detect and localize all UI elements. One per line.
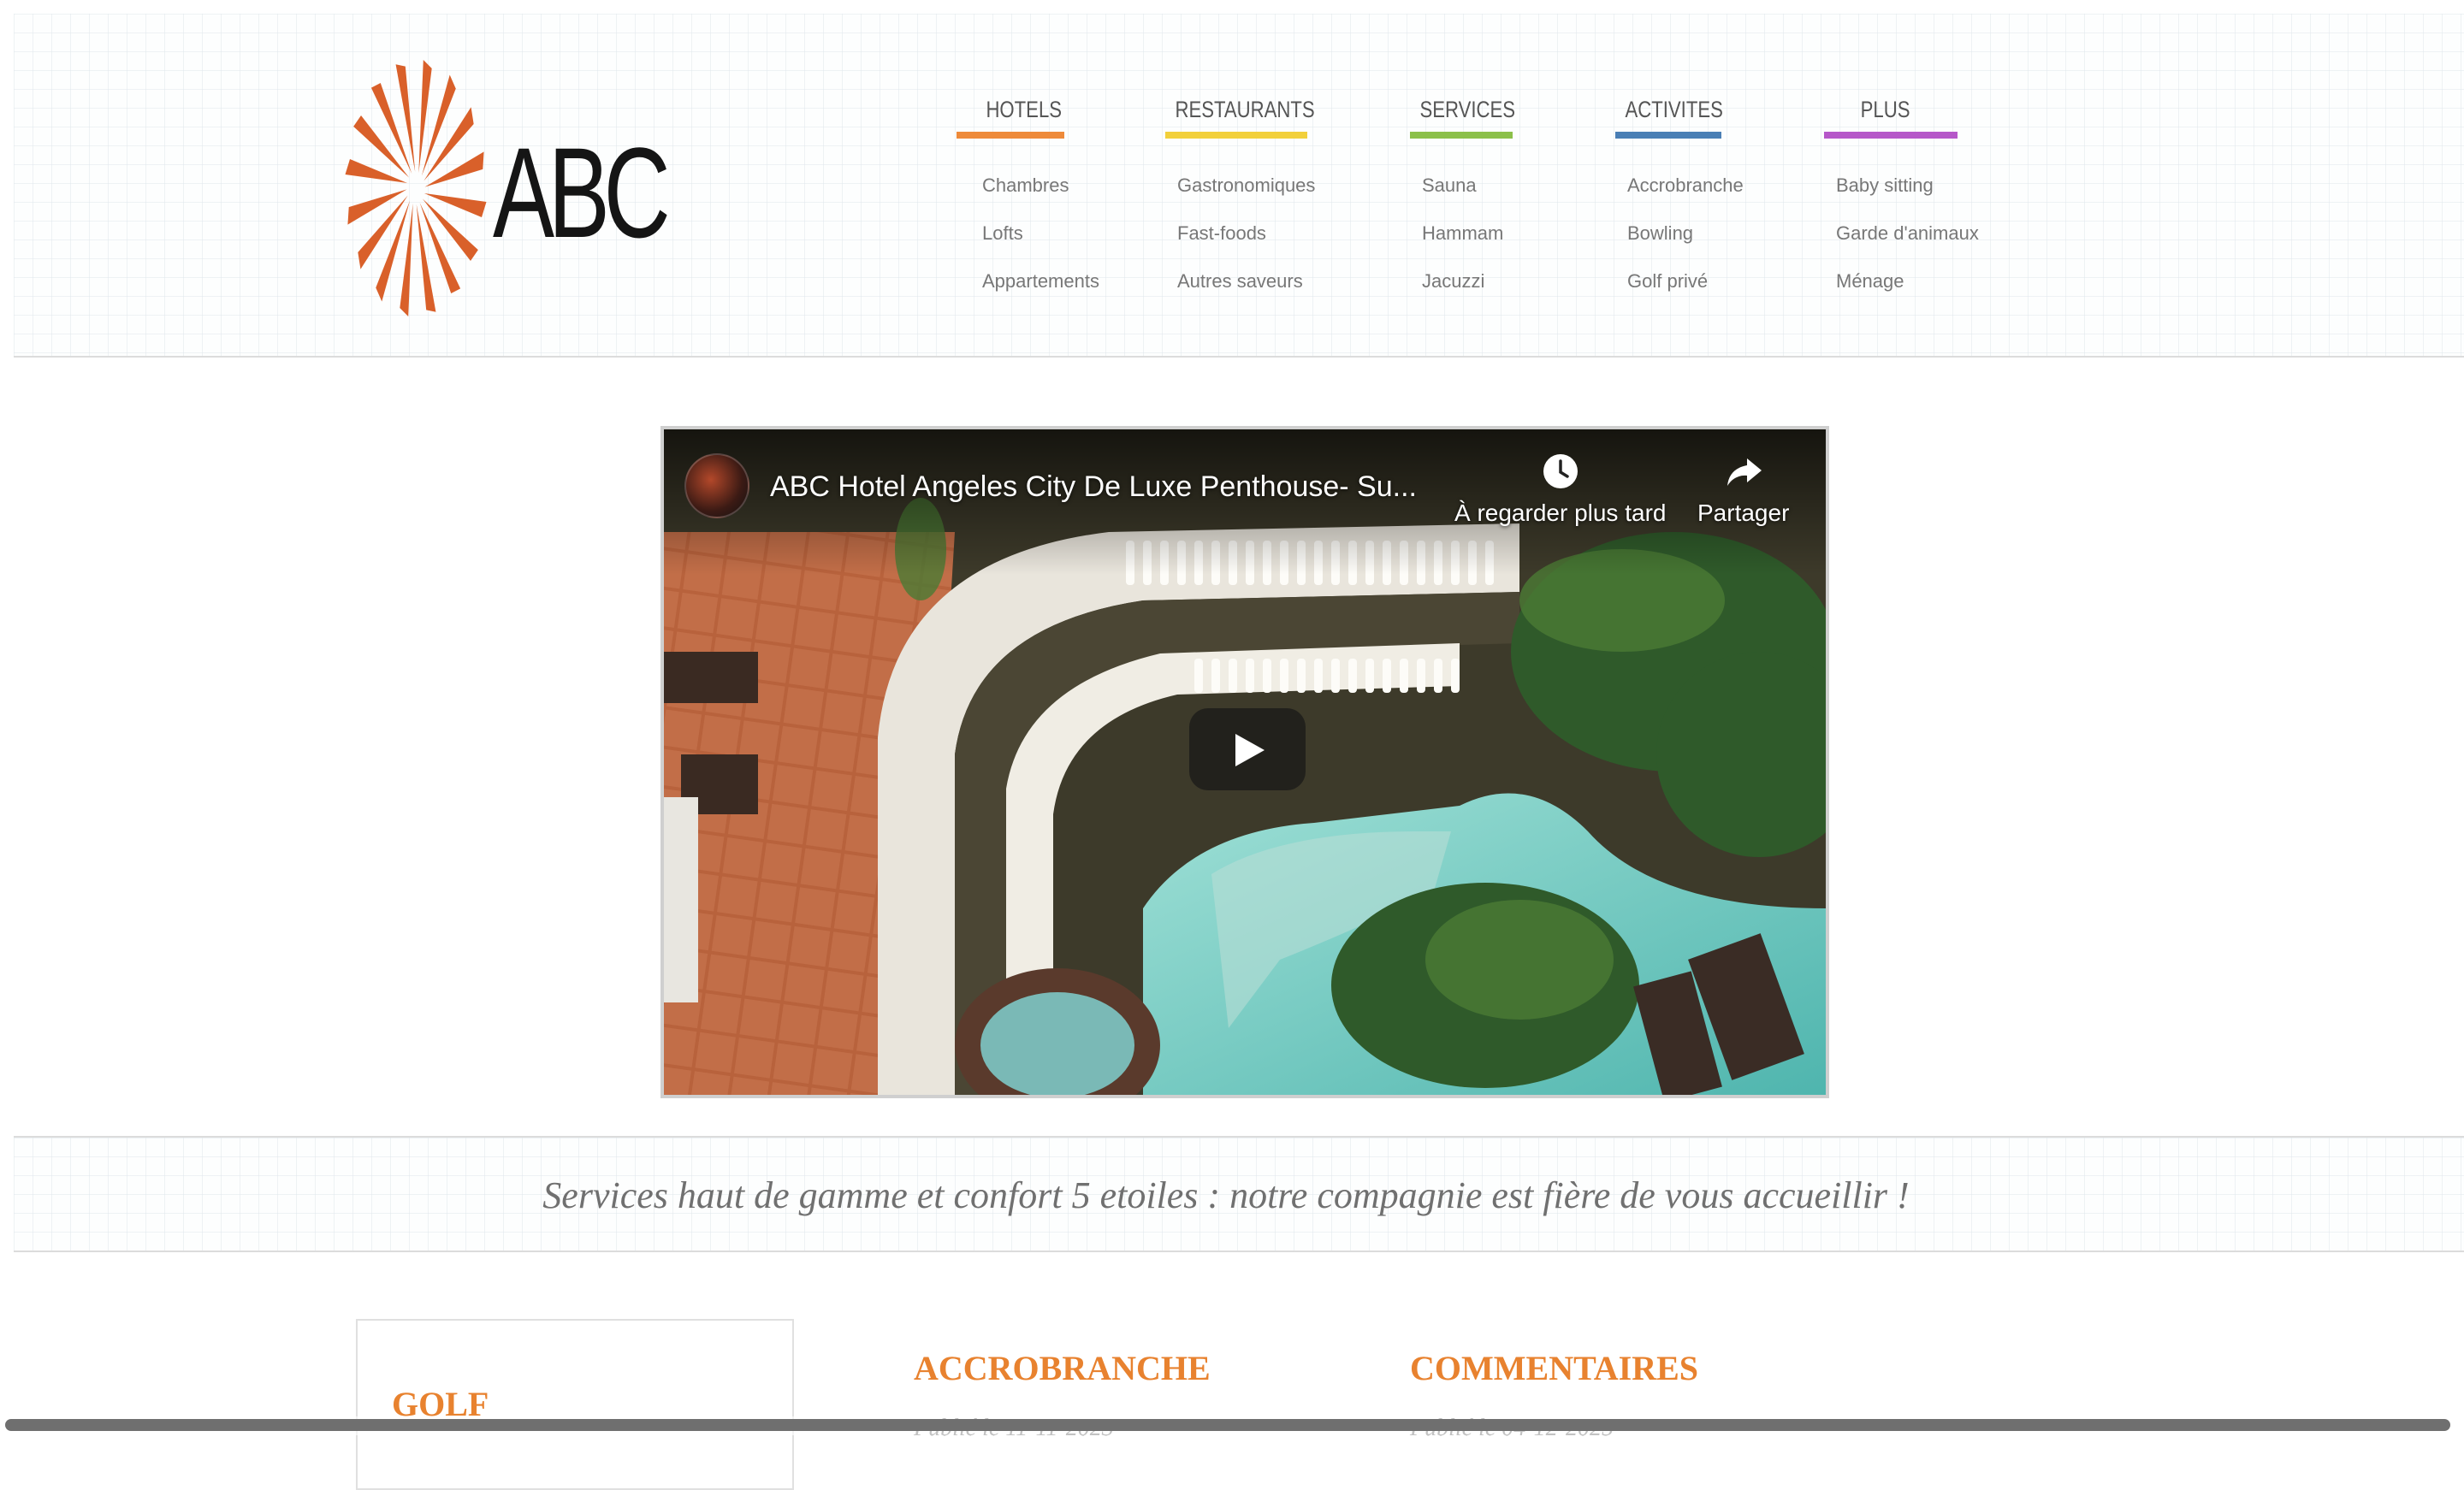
nav-hotels: HOTELS Chambres Lofts Appartements [957,92,1099,292]
sunburst-logo-icon [345,60,487,316]
clock-icon [1543,454,1578,488]
nav-title-services[interactable]: SERVICES [1410,92,1515,127]
scrollbar-thumb[interactable] [5,1419,2450,1431]
nav-item-autres-saveurs[interactable]: Autres saveurs [1177,270,1303,293]
play-icon[interactable] [1189,708,1306,790]
nav-title-restaurants[interactable]: RESTAURANTS [1165,92,1314,127]
golf-card[interactable]: GOLF [356,1319,794,1490]
nav-item-hammam[interactable]: Hammam [1422,222,1503,245]
nav-title-plus[interactable]: PLUS [1824,92,1934,127]
nav-item-bowling[interactable]: Bowling [1627,222,1693,245]
nav-item-baby-sitting[interactable]: Baby sitting [1836,174,1934,197]
nav-item-accrobranche[interactable]: Accrobranche [1627,174,1744,197]
nav-restaurants: RESTAURANTS Gastronomiques Fast-foods Au… [1165,92,1348,292]
share-label: Partager [1697,500,1790,526]
accrobranche-title[interactable]: ACCROBRANCHE [914,1348,1211,1388]
nav-activites: ACTIVITES Accrobranche Bowling Golf priv… [1615,92,1747,292]
channel-avatar[interactable] [684,453,749,518]
video-player[interactable]: ABC Hotel Angeles City De Luxe Penthouse… [660,426,1829,1098]
nav-services: SERVICES Sauna Hammam Jacuzzi [1410,92,1538,292]
logo-text: ABC [493,121,671,264]
nav-underline-activites [1615,132,1721,139]
nav-item-fast-foods[interactable]: Fast-foods [1177,222,1266,245]
nav-item-garde-animaux[interactable]: Garde d'animaux [1836,222,1979,245]
nav-plus: PLUS Baby sitting Garde d'animaux Ménage [1824,92,1979,292]
nav-underline-plus [1824,132,1958,139]
nav-underline-restaurants [1165,132,1307,139]
nav-item-menage[interactable]: Ménage [1836,270,1904,293]
nav-underline-services [1410,132,1513,139]
share-arrow-icon [1727,458,1762,486]
tagline: Services haut de gamme et confort 5 etoi… [542,1174,1910,1216]
nav-item-chambres[interactable]: Chambres [982,174,1069,197]
nav-title-activites[interactable]: ACTIVITES [1615,92,1722,127]
watch-later-button[interactable]: À regarder plus tard [1454,452,1666,527]
tagline-band: Services haut de gamme et confort 5 etoi… [14,1136,2464,1252]
nav-item-gastronomiques[interactable]: Gastronomiques [1177,174,1315,197]
nav-item-appartements[interactable]: Appartements [982,270,1099,293]
nav-item-jacuzzi[interactable]: Jacuzzi [1422,270,1484,293]
share-button[interactable]: Partager [1697,452,1789,527]
brand-logo[interactable]: ABC [339,51,671,325]
video-title[interactable]: ABC Hotel Angeles City De Luxe Penthouse… [770,470,1417,504]
nav-item-golf-prive[interactable]: Golf privé [1627,270,1708,293]
nav-title-hotels[interactable]: HOTELS [957,92,1062,127]
watch-later-label: À regarder plus tard [1454,500,1667,526]
commentaires-title[interactable]: COMMENTAIRES [1410,1348,1698,1388]
nav-underline-hotels [957,132,1064,139]
site-header: ABC HOTELS Chambres Lofts Appartements R… [14,14,2464,358]
nav-item-lofts[interactable]: Lofts [982,222,1023,245]
horizontal-scrollbar[interactable] [0,1416,2464,1435]
nav-item-sauna[interactable]: Sauna [1422,174,1477,197]
